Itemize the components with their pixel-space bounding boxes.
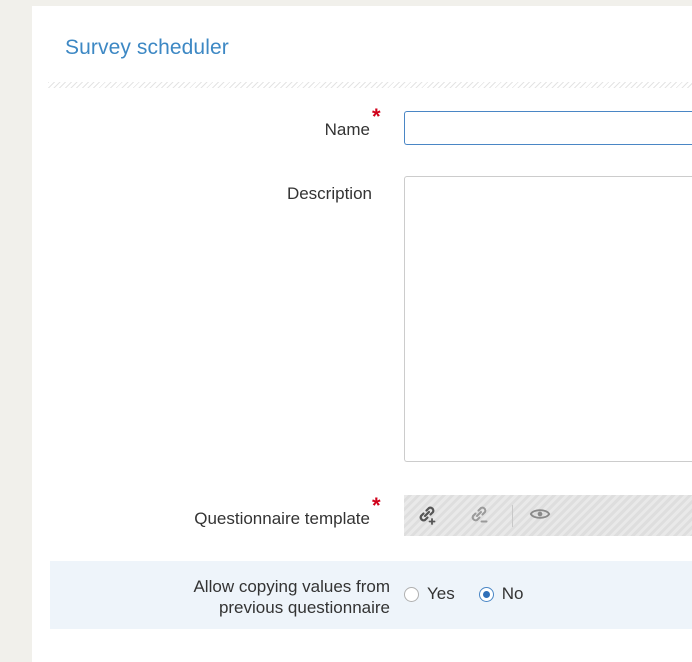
- template-toolbar: [404, 495, 692, 536]
- name-required-marker: *: [372, 104, 381, 129]
- allow-copying-row: Allow copying values from previous quest…: [50, 561, 692, 629]
- page-title: Survey scheduler: [65, 36, 229, 59]
- radio-yes-label: Yes: [427, 584, 455, 603]
- template-label: Questionnaire template: [194, 509, 370, 528]
- description-label: Description: [286, 184, 372, 203]
- radio-yes[interactable]: [404, 586, 419, 602]
- radio-no[interactable]: [478, 586, 494, 602]
- toolbar-divider: [512, 505, 513, 527]
- header-divider: [48, 82, 692, 88]
- radio-option-no[interactable]: No: [478, 584, 524, 604]
- form-header: Survey scheduler: [32, 6, 692, 88]
- form-panel: Survey scheduler Name * Description Ques…: [32, 6, 692, 662]
- radio-no-label: No: [501, 584, 524, 603]
- radio-no-selected-dot: [482, 590, 490, 598]
- preview-button[interactable]: [527, 503, 553, 529]
- description-textarea[interactable]: [404, 176, 692, 462]
- name-label: Name: [324, 120, 370, 139]
- link-remove-icon: [467, 502, 491, 531]
- radio-option-yes[interactable]: Yes: [404, 584, 455, 604]
- allow-copying-label-line2: previous questionnaire: [218, 598, 390, 617]
- allow-copying-label-line1: Allow copying values from: [193, 577, 390, 596]
- link-add-button[interactable]: [414, 503, 440, 529]
- eye-icon: [529, 503, 551, 530]
- allow-copying-radio-group: Yes No: [404, 584, 547, 604]
- allow-copying-label: Allow copying values from previous quest…: [193, 576, 390, 618]
- template-required-marker: *: [372, 493, 381, 518]
- name-input[interactable]: [404, 111, 692, 145]
- link-add-icon: [415, 502, 439, 531]
- link-remove-button[interactable]: [466, 503, 492, 529]
